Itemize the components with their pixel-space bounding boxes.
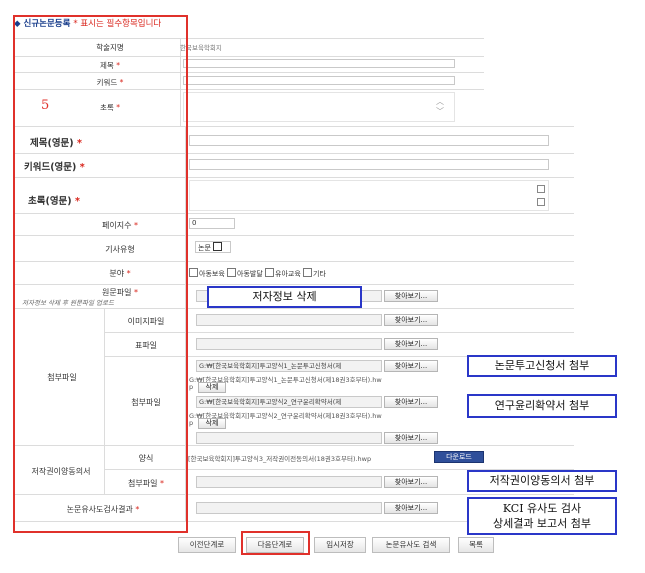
checkbox-early-edu[interactable]: 유아교육 <box>265 268 301 278</box>
scroll-down-icon[interactable] <box>537 198 545 206</box>
option-label: 아동보육 <box>199 270 225 278</box>
prev-step-button[interactable]: 이전단계로 <box>178 537 236 553</box>
attach-file2-path-cont: p <box>189 419 194 427</box>
browse-button[interactable]: 찾아보기... <box>384 396 438 408</box>
attach-file2-input[interactable]: G:₩[한국보육학회지]투고양식2_연구윤리확약서(제 <box>196 396 382 408</box>
checkbox-child-dev[interactable]: 아동발달 <box>227 268 263 278</box>
table-file-input[interactable] <box>196 338 382 350</box>
browse-button[interactable]: 찾아보기... <box>384 314 438 326</box>
copyright-attach-input[interactable] <box>196 476 382 488</box>
similarity-input[interactable] <box>196 502 382 514</box>
checkbox-child-care[interactable]: 아동보육 <box>189 268 225 278</box>
callout-kci-line1: KCI 유사도 검사 <box>502 502 582 515</box>
download-button[interactable]: 다운로드 <box>434 451 484 463</box>
callout-application: 논문투고신청서 첨부 <box>467 355 617 377</box>
scroll-down-icon[interactable]: ﹀ <box>436 106 444 117</box>
abstract-en-textarea[interactable] <box>189 180 549 211</box>
download-label: 다운로드 <box>446 453 472 461</box>
attach-file1-path-cont: p <box>189 383 194 391</box>
browse-button[interactable]: 찾아보기... <box>384 338 438 350</box>
annotation-red-box <box>13 15 188 533</box>
chevron-down-icon <box>213 242 223 251</box>
callout-ethics: 연구윤리확약서 첨부 <box>467 394 617 418</box>
browse-button[interactable]: 찾아보기... <box>384 432 438 444</box>
article-type-value: 논문 <box>198 244 211 252</box>
callout-kci: KCI 유사도 검사 상세결과 보고서 첨부 <box>467 497 617 535</box>
attach-file3-input[interactable] <box>196 432 382 444</box>
browse-button[interactable]: 찾아보기... <box>384 290 438 302</box>
browse-button[interactable]: 찾아보기... <box>384 502 438 514</box>
checkbox-other[interactable]: 기타 <box>303 268 326 278</box>
delete-button[interactable]: 삭제 <box>198 382 226 393</box>
option-label: 유아교육 <box>275 270 301 278</box>
field-options: 아동보육 아동발달 유아교육 기타 <box>189 268 326 279</box>
pages-input[interactable]: 0 <box>189 218 235 229</box>
image-file-input[interactable] <box>196 314 382 326</box>
option-label: 기타 <box>313 270 326 278</box>
callout-delete-author: 저자정보 삭제 <box>207 286 362 308</box>
copyright-form-value: [한국보육학회지]투고양식3_저작권이전동의서(18권3호부터).hwp <box>188 455 372 463</box>
list-button[interactable]: 목록 <box>458 537 494 553</box>
callout-kci-line2: 상세결과 보고서 첨부 <box>492 517 592 530</box>
next-step-button[interactable]: 다음단계로 <box>246 537 304 553</box>
article-type-select[interactable]: 논문 <box>195 241 231 253</box>
title-en-input[interactable] <box>189 135 549 146</box>
similarity-search-button[interactable]: 논문유사도 검색 <box>372 537 450 553</box>
option-label: 아동발달 <box>237 270 263 278</box>
delete-button[interactable]: 삭제 <box>198 418 226 429</box>
keyword-en-input[interactable] <box>189 159 549 170</box>
scroll-up-icon[interactable] <box>537 185 545 193</box>
callout-copyright: 저작권이양동의서 첨부 <box>467 470 617 492</box>
temp-save-button[interactable]: 임시저장 <box>314 537 366 553</box>
browse-button[interactable]: 찾아보기... <box>384 360 438 372</box>
keyword-input[interactable] <box>183 76 455 85</box>
attach-file1-input[interactable]: G:₩[한국보육학회지]투고양식1_논문투고신청서(제 <box>196 360 382 372</box>
title-input[interactable] <box>183 59 455 68</box>
browse-button[interactable]: 찾아보기... <box>384 476 438 488</box>
abstract-textarea[interactable] <box>183 92 455 122</box>
